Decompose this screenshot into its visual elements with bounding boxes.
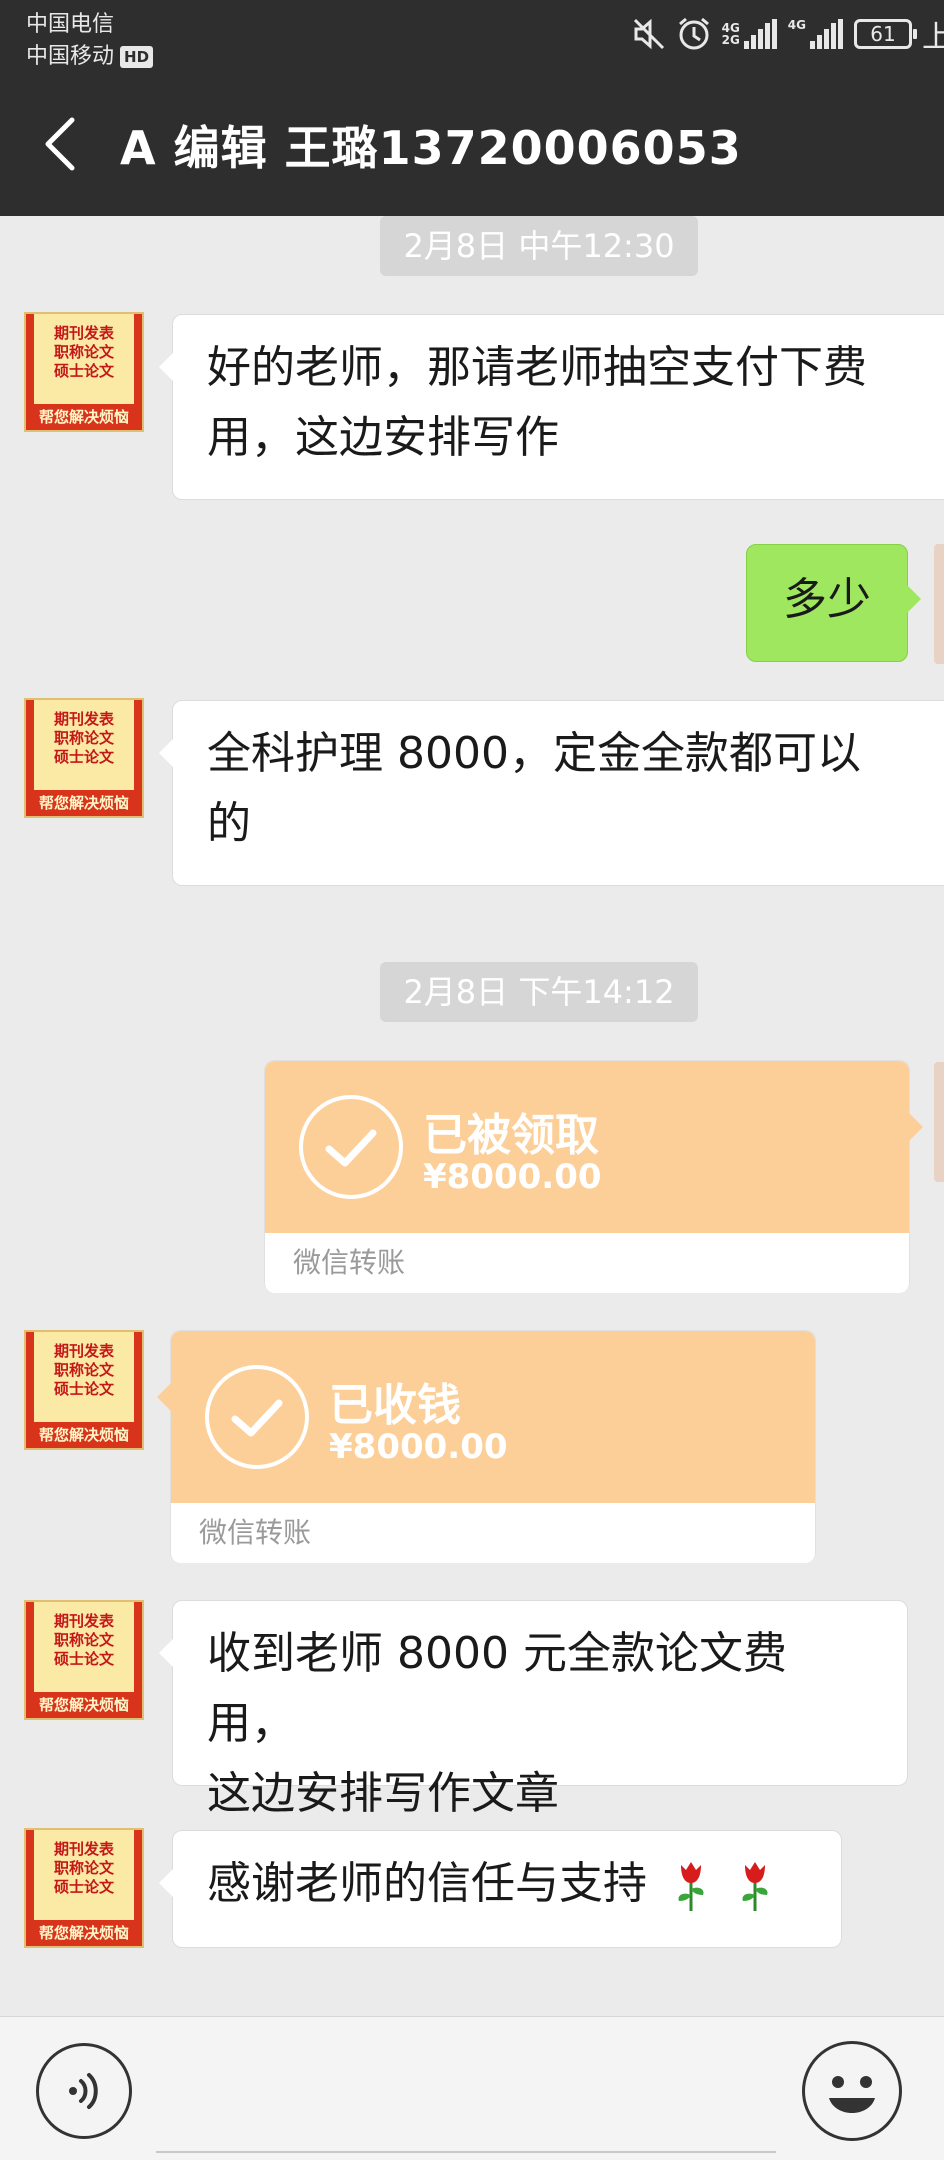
contact-avatar[interactable]: 期刊发表 职称论文 硕士论文 帮您解决烦恼 bbox=[24, 1330, 144, 1450]
transfer-footer: 微信转账 bbox=[265, 1233, 909, 1293]
mute-icon bbox=[633, 18, 664, 50]
network-2-label: 4G bbox=[787, 18, 806, 32]
message-line: 的 bbox=[207, 798, 251, 849]
message-input[interactable] bbox=[156, 2057, 776, 2153]
battery-indicator: 61 bbox=[854, 19, 917, 49]
avatar-bottom-text: 帮您解决烦恼 bbox=[26, 404, 142, 430]
avatar-line: 职称论文 bbox=[53, 1859, 114, 1877]
contact-avatar[interactable]: 期刊发表 职称论文 硕士论文 帮您解决烦恼 bbox=[24, 1600, 144, 1720]
avatar-line: 期刊发表 bbox=[53, 1840, 114, 1858]
voice-button[interactable] bbox=[36, 2043, 132, 2139]
transfer-amount: ¥8000.00 bbox=[329, 1427, 508, 1467]
outgoing-message-bubble[interactable]: 多少 bbox=[746, 544, 921, 662]
avatar-line: 期刊发表 bbox=[53, 1342, 114, 1360]
chat-area[interactable]: 2月8日 中午12:30 期刊发表 职称论文 硕士论文 帮您解决烦恼 好的老师，那请… bbox=[0, 216, 944, 2016]
timestamp: 2月8日 下午14:12 bbox=[380, 962, 698, 1022]
incoming-transfer-card[interactable]: 已收钱 ¥8000.00 微信转账 bbox=[157, 1330, 816, 1563]
avatar-line: 硕士论文 bbox=[53, 362, 114, 380]
network-2-indicator: 4G bbox=[788, 19, 844, 49]
message-line: 用，这边安排写作 bbox=[207, 412, 559, 463]
message-bubble[interactable]: 全科护理 8000，定金全款都可以 的 bbox=[159, 700, 944, 886]
hd-badge: HD bbox=[120, 46, 154, 68]
avatar-line: 职称论文 bbox=[53, 1361, 114, 1379]
contact-avatar[interactable]: 期刊发表 职称论文 硕士论文 帮您解决烦恼 bbox=[24, 698, 144, 818]
avatar-line: 硕士论文 bbox=[53, 1380, 114, 1398]
transfer-footer: 微信转账 bbox=[171, 1503, 815, 1563]
top-bar: 中国电信 中国移动 HD 4G 2G 4G 61 上 A 编辑 王璐13720006… bbox=[0, 0, 944, 216]
rose-icon bbox=[678, 1862, 704, 1911]
rose-icon bbox=[742, 1862, 768, 1911]
voice-icon bbox=[69, 2073, 98, 2109]
avatar-line: 期刊发表 bbox=[53, 710, 114, 728]
avatar-line: 硕士论文 bbox=[53, 1650, 114, 1668]
chevron-left-icon bbox=[45, 117, 75, 171]
avatar-text: 期刊发表 职称论文 硕士论文 bbox=[34, 1342, 134, 1399]
check-circle-icon bbox=[299, 1095, 403, 1199]
chat-title: A 编辑 王璐13720006053 bbox=[120, 121, 742, 175]
message-line: 感谢老师的信任与支持 bbox=[207, 1858, 647, 1909]
avatar-line: 职称论文 bbox=[53, 729, 114, 747]
transfer-status: 已被领取 bbox=[423, 1110, 599, 1161]
message-line: 这边安排写作文章 bbox=[207, 1768, 559, 1819]
back-button[interactable] bbox=[30, 114, 90, 174]
transfer-card-top: 已被领取 ¥8000.00 bbox=[265, 1061, 909, 1233]
status-icons: 4G 2G 4G 61 上 bbox=[632, 14, 944, 55]
signal-2-icon bbox=[810, 19, 843, 49]
signal-1-icon bbox=[743, 19, 777, 49]
self-avatar[interactable] bbox=[934, 544, 944, 664]
input-bar bbox=[0, 2016, 944, 2160]
carrier-2-text: 中国移动 bbox=[26, 44, 115, 69]
contact-avatar[interactable]: 期刊发表 职称论文 硕士论文 帮您解决烦恼 bbox=[24, 312, 144, 432]
status-bar: 中国电信 中国移动 HD 4G 2G 4G 61 上 bbox=[0, 0, 944, 70]
avatar-line: 期刊发表 bbox=[53, 324, 114, 342]
message-line: 收到老师 8000 元全款论文费用， bbox=[207, 1628, 787, 1749]
timestamp: 2月8日 中午12:30 bbox=[380, 216, 698, 276]
avatar-line: 硕士论文 bbox=[53, 748, 114, 766]
avatar-line: 职称论文 bbox=[53, 1631, 114, 1649]
avatar-text: 期刊发表 职称论文 硕士论文 bbox=[34, 710, 134, 767]
emoji-button[interactable] bbox=[802, 2041, 902, 2141]
message-bubble[interactable]: 收到老师 8000 元全款论文费用， 这边安排写作文章 bbox=[159, 1600, 908, 1819]
avatar-bottom-text: 帮您解决烦恼 bbox=[26, 1920, 142, 1946]
message-bubble[interactable]: 好的老师，那请老师抽空支付下费 用，这边安排写作 bbox=[159, 314, 944, 500]
transfer-card-top: 已收钱 ¥8000.00 bbox=[171, 1331, 815, 1503]
avatar-line: 职称论文 bbox=[53, 343, 114, 361]
smiley-icon bbox=[829, 2076, 875, 2113]
carrier-2-label: 中国移动 HD bbox=[26, 38, 154, 70]
message-line: 好的老师，那请老师抽空支付下费 bbox=[207, 342, 867, 393]
contact-avatar[interactable]: 期刊发表 职称论文 硕士论文 帮您解决烦恼 bbox=[24, 1828, 144, 1948]
avatar-text: 期刊发表 职称论文 硕士论文 bbox=[34, 1612, 134, 1669]
outgoing-transfer-card[interactable]: 已被领取 ¥8000.00 微信转账 bbox=[264, 1060, 923, 1293]
message-line: 全科护理 8000，定金全款都可以 bbox=[207, 728, 861, 779]
network-1b-label: 2G bbox=[721, 33, 740, 47]
avatar-bottom-text: 帮您解决烦恼 bbox=[26, 1422, 142, 1448]
check-circle-icon bbox=[205, 1365, 309, 1469]
avatar-bottom-text: 帮您解决烦恼 bbox=[26, 790, 142, 816]
avatar-line: 期刊发表 bbox=[53, 1612, 114, 1630]
message-bubble[interactable]: 感谢老师的信任与支持 bbox=[159, 1830, 842, 1948]
self-avatar[interactable] bbox=[934, 1062, 944, 1182]
avatar-bottom-text: 帮您解决烦恼 bbox=[26, 1692, 142, 1718]
status-edge-text: 上 bbox=[922, 20, 944, 55]
carrier-1-label: 中国电信 bbox=[26, 12, 115, 37]
transfer-amount: ¥8000.00 bbox=[423, 1157, 602, 1197]
alarm-icon bbox=[678, 17, 709, 50]
transfer-status: 已收钱 bbox=[329, 1380, 461, 1431]
network-1-indicator: 4G 2G bbox=[722, 19, 778, 49]
message-line: 多少 bbox=[783, 574, 871, 625]
avatar-text: 期刊发表 职称论文 硕士论文 bbox=[34, 324, 134, 381]
avatar-text: 期刊发表 职称论文 硕士论文 bbox=[34, 1840, 134, 1897]
title-bar: A 编辑 王璐13720006053 bbox=[0, 100, 944, 190]
avatar-line: 硕士论文 bbox=[53, 1878, 114, 1896]
